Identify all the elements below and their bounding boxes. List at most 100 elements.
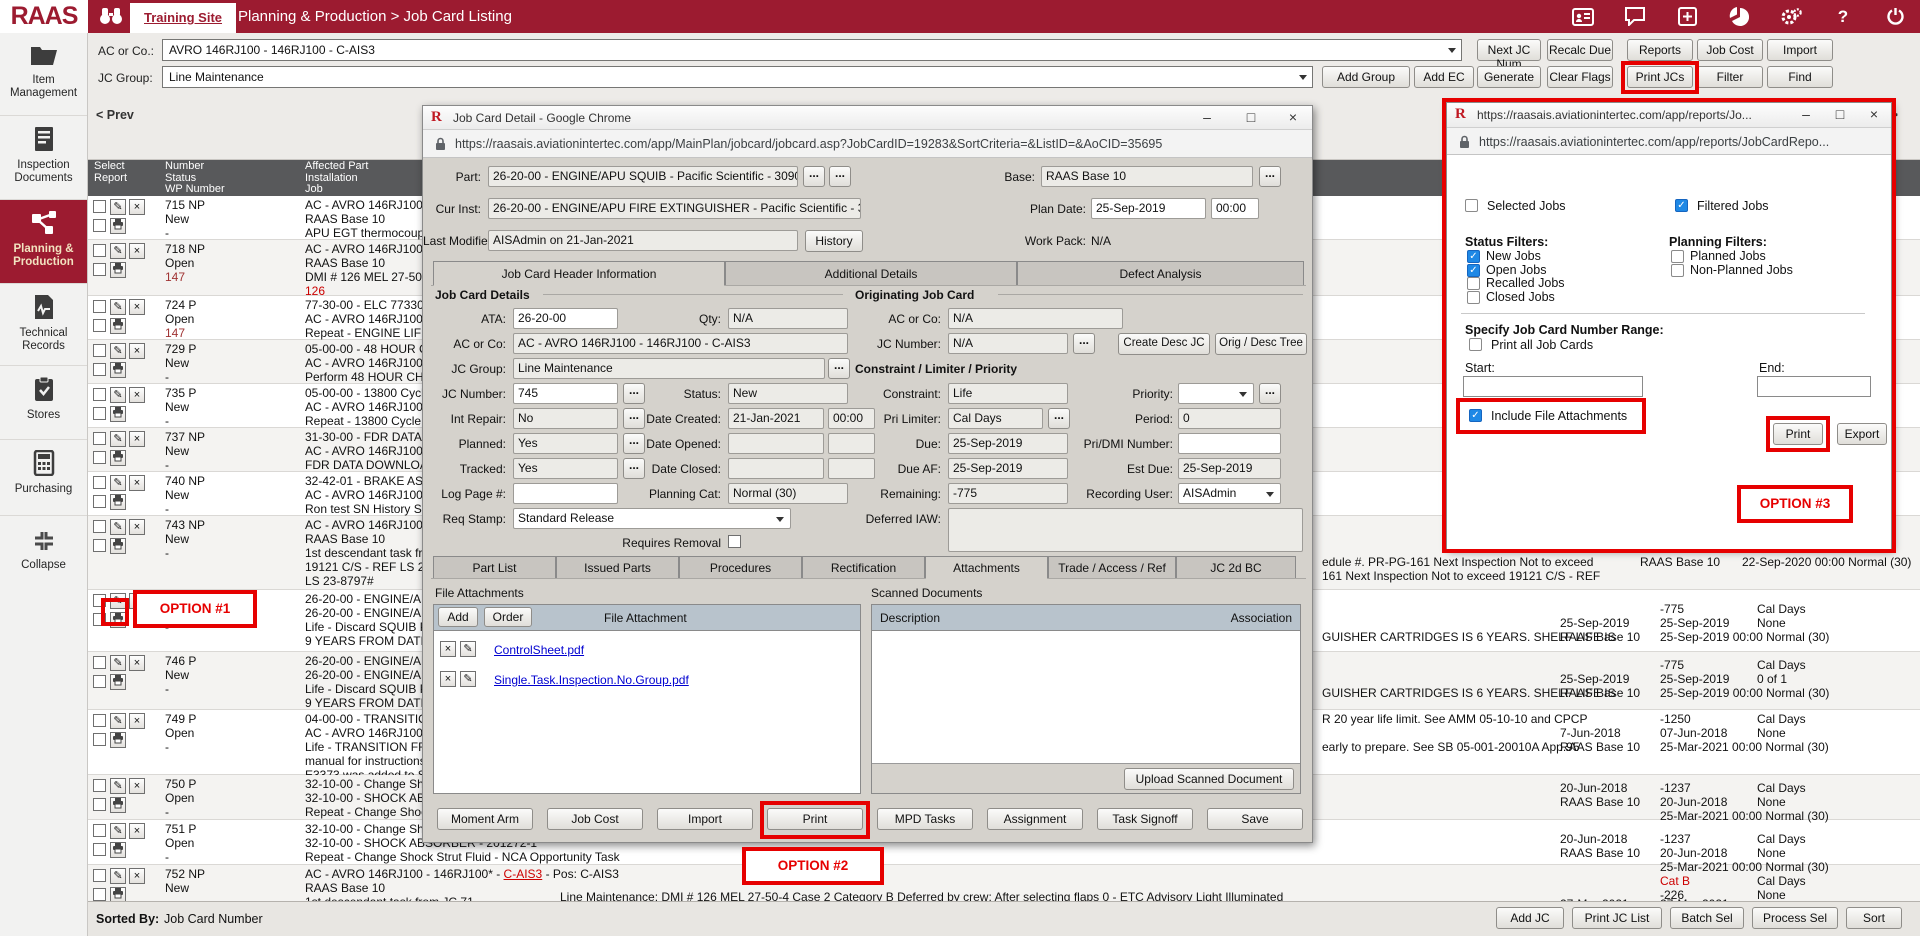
print-icon[interactable] bbox=[110, 450, 126, 466]
part-lookup2-button[interactable]: ... bbox=[829, 166, 851, 187]
close-icon[interactable]: × bbox=[1284, 109, 1302, 125]
create-desc-jc-button[interactable]: Create Desc JC bbox=[1118, 333, 1210, 355]
delete-icon[interactable]: × bbox=[129, 655, 145, 671]
select-checkbox[interactable] bbox=[93, 779, 106, 792]
print-icon[interactable] bbox=[110, 842, 126, 858]
sidebar-item-purchasing[interactable]: Purchasing bbox=[0, 440, 87, 516]
print-icon[interactable] bbox=[110, 318, 126, 334]
tab-training-site[interactable]: Training Site bbox=[130, 3, 236, 33]
edit-icon[interactable]: ✎ bbox=[110, 868, 126, 884]
print-icon[interactable] bbox=[110, 797, 126, 813]
edit-attachment-icon[interactable]: ✎ bbox=[460, 671, 476, 687]
jc-number-field[interactable]: 745 bbox=[513, 383, 618, 404]
orig-jc-lookup-button[interactable]: ... bbox=[1073, 333, 1095, 354]
delete-icon[interactable]: × bbox=[129, 431, 145, 447]
tab-attachments[interactable]: Attachments bbox=[925, 556, 1048, 579]
print-icon[interactable] bbox=[110, 674, 126, 690]
filter-checkbox[interactable]: ✓ bbox=[1467, 250, 1480, 263]
report-checkbox[interactable] bbox=[93, 539, 106, 552]
recording-user-select[interactable]: AISAdmin bbox=[1178, 483, 1281, 504]
report-checkbox[interactable] bbox=[93, 219, 106, 232]
end-input[interactable] bbox=[1757, 376, 1871, 397]
delete-icon[interactable]: × bbox=[129, 299, 145, 315]
page-url[interactable]: https://raasais.aviationintertec.com/app… bbox=[455, 137, 1304, 151]
delete-icon[interactable]: × bbox=[129, 519, 145, 535]
reports-button[interactable]: Reports bbox=[1627, 39, 1693, 61]
clear-flags-button[interactable]: Clear Flags bbox=[1547, 66, 1613, 88]
delete-icon[interactable]: × bbox=[129, 868, 145, 884]
add-jc-button[interactable]: Add JC bbox=[1496, 907, 1564, 929]
selected-jobs-checkbox[interactable] bbox=[1465, 199, 1478, 212]
order-attachment-button[interactable]: Order bbox=[484, 607, 532, 627]
edit-icon[interactable]: ✎ bbox=[110, 475, 126, 491]
add-window-icon[interactable] bbox=[1676, 6, 1698, 28]
tab-header-information[interactable]: Job Card Header Information bbox=[433, 261, 725, 286]
add-attachment-button[interactable]: Add bbox=[438, 607, 478, 627]
attachment-link[interactable]: ControlSheet.pdf bbox=[494, 643, 584, 657]
history-button[interactable]: History bbox=[805, 230, 863, 252]
settings-gears-icon[interactable] bbox=[1780, 6, 1802, 28]
delete-icon[interactable]: × bbox=[129, 475, 145, 491]
filter-checkbox[interactable] bbox=[1671, 250, 1684, 263]
tab-part-list[interactable]: Part List bbox=[433, 556, 556, 579]
filter-checkbox[interactable] bbox=[1467, 291, 1480, 304]
edit-icon[interactable]: ✎ bbox=[110, 823, 126, 839]
sidebar-item-stores[interactable]: Stores bbox=[0, 366, 87, 440]
select-checkbox[interactable] bbox=[93, 869, 106, 882]
filter-checkbox[interactable] bbox=[1671, 264, 1684, 277]
recalc-due-button[interactable]: Recalc Due bbox=[1547, 39, 1613, 61]
maximize-icon[interactable]: □ bbox=[1831, 106, 1849, 122]
filtered-jobs-checkbox[interactable]: ✓ bbox=[1675, 199, 1688, 212]
jc-group-lookup-button[interactable]: ... bbox=[828, 358, 850, 379]
delete-icon[interactable]: × bbox=[129, 199, 145, 215]
select-checkbox[interactable] bbox=[93, 432, 106, 445]
assignment-button[interactable]: Assignment bbox=[987, 808, 1083, 830]
select-checkbox[interactable] bbox=[93, 300, 106, 313]
filter-checkbox[interactable]: ✓ bbox=[1467, 264, 1480, 277]
sort-button[interactable]: Sort bbox=[1846, 907, 1902, 929]
edit-icon[interactable]: ✎ bbox=[110, 778, 126, 794]
id-card-icon[interactable] bbox=[1572, 6, 1594, 28]
select-checkbox[interactable] bbox=[93, 388, 106, 401]
filter-button[interactable]: Filter bbox=[1697, 66, 1763, 88]
maximize-icon[interactable]: □ bbox=[1242, 109, 1260, 125]
jc-group-select[interactable]: Line Maintenance bbox=[162, 66, 1313, 88]
print-all-checkbox[interactable] bbox=[1469, 338, 1482, 351]
select-checkbox[interactable] bbox=[93, 656, 106, 669]
window-titlebar[interactable]: R Job Card Detail - Google Chrome – □ × bbox=[423, 106, 1312, 130]
report-checkbox[interactable] bbox=[93, 733, 106, 746]
task-signoff-button[interactable]: Task Signoff bbox=[1097, 808, 1193, 830]
minimize-icon[interactable]: – bbox=[1198, 109, 1216, 125]
import-button[interactable]: Import bbox=[657, 808, 753, 830]
generate-button[interactable]: Generate bbox=[1477, 66, 1541, 88]
print-icon[interactable] bbox=[110, 406, 126, 422]
print-icon[interactable] bbox=[110, 218, 126, 234]
print-icon[interactable] bbox=[110, 262, 126, 278]
ata-field[interactable]: 26-20-00 bbox=[513, 308, 618, 329]
req-stamp-select[interactable]: Standard Release bbox=[513, 508, 791, 529]
sidebar-item-inspection-documents[interactable]: InspectionDocuments bbox=[0, 116, 87, 200]
pie-chart-icon[interactable] bbox=[1728, 6, 1750, 28]
base-lookup-button[interactable]: ... bbox=[1259, 166, 1281, 187]
tab-rectification[interactable]: Rectification bbox=[802, 556, 925, 579]
select-checkbox[interactable] bbox=[93, 824, 106, 837]
edit-icon[interactable]: ✎ bbox=[110, 713, 126, 729]
mpd-tasks-button[interactable]: MPD Tasks bbox=[877, 808, 973, 830]
report-checkbox[interactable] bbox=[93, 888, 106, 901]
plan-date-field[interactable]: 25-Sep-2019 bbox=[1091, 198, 1206, 219]
select-checkbox[interactable] bbox=[93, 244, 106, 257]
s idebar-item-technical-records[interactable]: TechnicalRecords bbox=[0, 284, 87, 366]
sidebar-item-planning-production[interactable]: Planning &Production bbox=[0, 200, 87, 284]
select-checkbox[interactable] bbox=[93, 714, 106, 727]
add-ec-button[interactable]: Add EC bbox=[1414, 66, 1474, 88]
tab-issued-parts[interactable]: Issued Parts bbox=[556, 556, 679, 579]
report-checkbox[interactable] bbox=[93, 798, 106, 811]
sidebar-item-item-management[interactable]: ItemManagement bbox=[0, 33, 87, 116]
print-icon[interactable] bbox=[110, 362, 126, 378]
process-sel-button[interactable]: Process Sel bbox=[1752, 907, 1838, 929]
priority-select[interactable] bbox=[1178, 383, 1254, 404]
edit-attachment-icon[interactable]: ✎ bbox=[460, 641, 476, 657]
next-jc-num-button[interactable]: Next JC Num bbox=[1477, 39, 1541, 61]
edit-icon[interactable]: ✎ bbox=[110, 343, 126, 359]
delete-icon[interactable]: × bbox=[129, 713, 145, 729]
